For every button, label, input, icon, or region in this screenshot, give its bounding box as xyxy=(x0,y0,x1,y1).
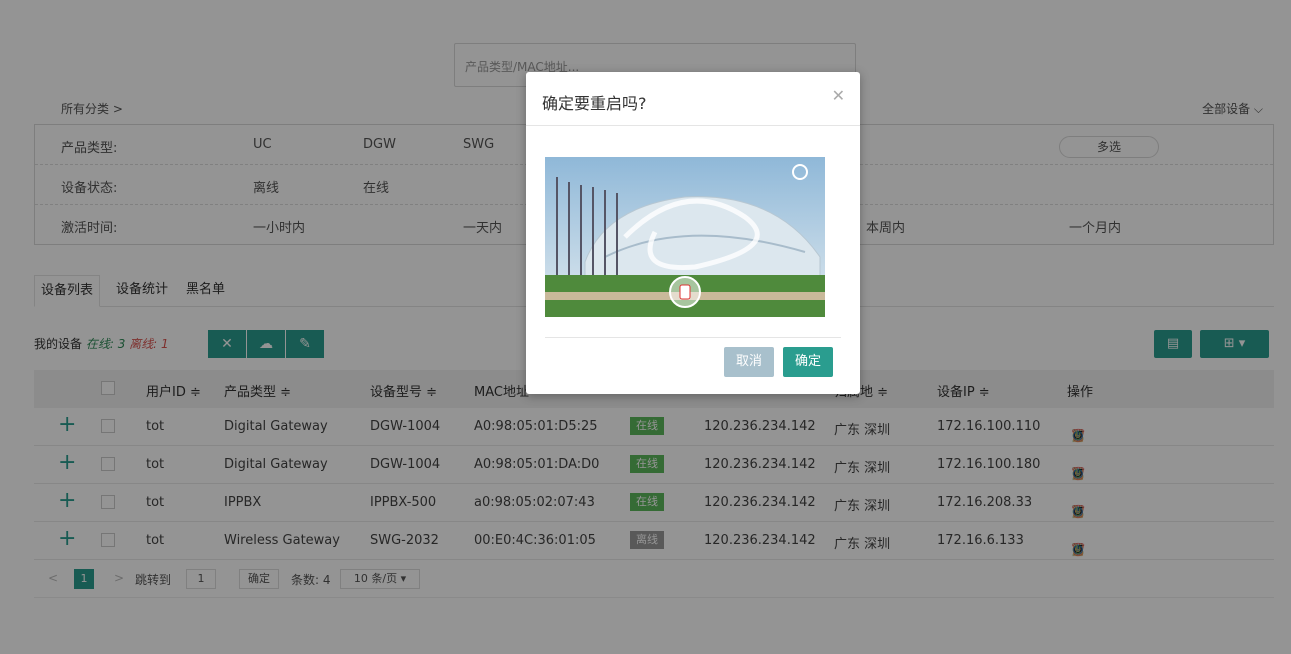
restart-confirm-dialog: 确定要重启吗? ✕ 取消 确定 xyxy=(526,72,860,394)
close-icon[interactable]: ✕ xyxy=(832,86,845,105)
dialog-title: 确定要重启吗? xyxy=(542,94,647,113)
cancel-button[interactable]: 取消 xyxy=(724,347,774,377)
divider xyxy=(526,125,860,126)
divider xyxy=(545,337,841,338)
captcha-image[interactable] xyxy=(545,157,825,317)
ok-button[interactable]: 确定 xyxy=(783,347,833,377)
